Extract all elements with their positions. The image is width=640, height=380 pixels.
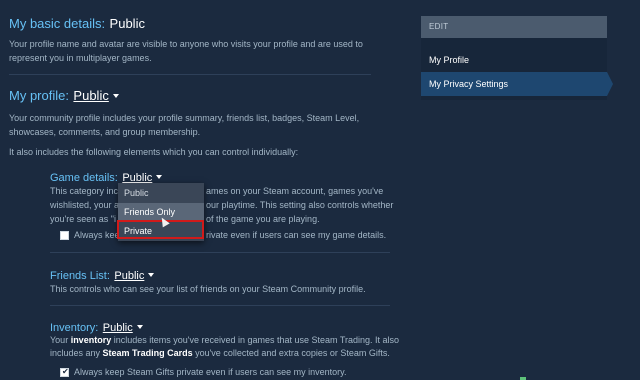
sidebar-item-label: My Privacy Settings <box>429 79 509 89</box>
sidebar-header-label: EDIT <box>429 22 449 31</box>
inventory-desc-text: includes items you've received in games … <box>111 335 400 345</box>
basic-details-description: Your profile name and avatar are visible… <box>9 39 363 63</box>
divider <box>9 74 371 75</box>
game-details-desc-line2-left: wishlisted, your a <box>50 200 120 210</box>
profile-privacy-value: Public <box>73 88 109 103</box>
sidebar-item-my-profile[interactable]: My Profile <box>421 48 607 72</box>
game-details-desc-line1-left: This category inc <box>50 186 119 196</box>
game-details-private-checkbox[interactable] <box>60 231 69 240</box>
basic-details-heading: My basic details: Public <box>9 15 145 33</box>
game-details-checkbox-label-right: rivate even if users can see my game det… <box>206 230 387 240</box>
inventory-desc-text: Your <box>50 335 71 345</box>
divider <box>50 305 390 306</box>
sidebar-item-label: My Profile <box>429 55 470 65</box>
profile-heading: My profile: Public <box>9 87 119 105</box>
sidebar-nav: My Profile My Privacy Settings <box>421 38 613 100</box>
game-details-label: Game details: <box>50 172 118 184</box>
friends-list-description: This controls who can see your list of f… <box>50 284 366 294</box>
divider <box>50 252 390 253</box>
inventory-desc-bold: inventory <box>70 335 112 345</box>
inventory-desc-line1: Your inventory includes items you've rec… <box>50 333 399 347</box>
basic-details-value: Public <box>109 16 145 31</box>
inventory-desc-bold: Steam Trading Cards <box>102 348 193 358</box>
basic-details-label: My basic details: <box>9 16 106 31</box>
chevron-down-icon <box>112 93 119 98</box>
game-details-desc-line1-right: ames on your Steam account, games you've <box>206 186 384 196</box>
chevron-down-icon <box>156 174 163 179</box>
friends-list-privacy-dropdown[interactable]: Public <box>114 266 155 283</box>
inventory-desc-text: you've collected and extra copies or Ste… <box>192 348 390 358</box>
profile-description: Your community profile includes your pro… <box>9 113 360 137</box>
profile-label: My profile: <box>9 88 69 103</box>
chevron-down-icon <box>148 272 155 277</box>
friends-list-privacy-value: Public <box>114 270 145 282</box>
game-details-checkbox-label-left: Always kee <box>74 230 120 240</box>
sidebar-header: EDIT <box>421 16 607 38</box>
chevron-down-icon <box>136 324 143 329</box>
profile-elements-intro: It also includes the following elements … <box>9 147 299 157</box>
inventory-checkbox-label: Always keep Steam Gifts private even if … <box>74 367 347 377</box>
sidebar-item-privacy-settings[interactable]: My Privacy Settings <box>421 72 613 96</box>
game-details-desc-line3-left: you're seen as "i <box>50 214 116 224</box>
inventory-gifts-private-checkbox[interactable]: ✔ <box>60 367 69 377</box>
game-details-desc-line3-right: of the game you are playing. <box>206 214 320 224</box>
inventory-desc-text: includes any <box>50 348 103 358</box>
inventory-desc-line2: includes any Steam Trading Cards you've … <box>50 346 390 360</box>
game-details-desc-line2-right: our playtime. This setting also controls… <box>206 200 394 210</box>
checkmark-icon: ✔ <box>62 367 69 376</box>
profile-privacy-dropdown[interactable]: Public <box>73 87 119 104</box>
friends-list-label: Friends List: <box>50 270 110 282</box>
dropdown-option-public[interactable]: Public <box>118 184 204 203</box>
active-arrow-icon <box>607 72 613 96</box>
